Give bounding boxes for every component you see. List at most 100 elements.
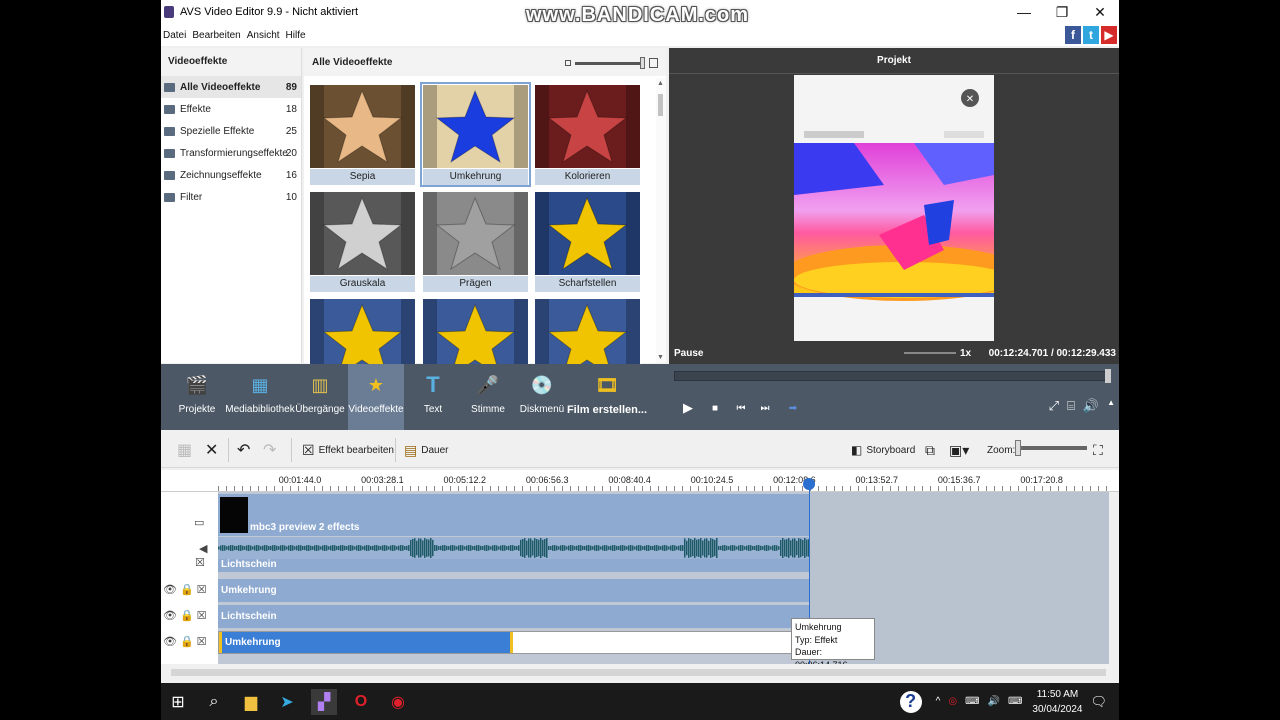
effects-scrollbar[interactable]: ▲ ▼ [656, 78, 666, 363]
eye-icon[interactable]: 👁 [163, 583, 177, 596]
category-item[interactable]: Filter 10 [161, 186, 301, 208]
video-clip-name: mbc3 preview 2 effects [250, 522, 360, 533]
menu-bearbeiten[interactable]: Bearbeiten [192, 30, 240, 41]
previous-frame-icon[interactable]: ⏮ [731, 398, 751, 418]
search-icon[interactable]: ⌕ [201, 689, 227, 715]
scroll-up-icon[interactable]: ▲ [657, 80, 664, 87]
stop-icon[interactable]: ■ [705, 398, 725, 418]
toolbar-button-label: Diskmenü [519, 404, 565, 415]
toolbar-button-mediabibliothek[interactable]: ▦ Mediabibliothek [225, 364, 295, 430]
thumbnail-size-slider[interactable] [565, 56, 658, 69]
menu-hilfe[interactable]: Hilfe [286, 30, 306, 41]
effect-track-clip[interactable]: Lichtschein [218, 605, 809, 628]
zoom-thumb[interactable] [1015, 440, 1021, 456]
next-frame-icon[interactable]: ⏭ [755, 398, 775, 418]
effect-tile[interactable]: Kolorieren [534, 84, 641, 185]
eye-icon[interactable]: 👁 [163, 635, 177, 648]
effect-tile[interactable]: Grauskala [309, 191, 416, 292]
snapshot-icon[interactable]: ⤢ [1049, 398, 1059, 414]
telegram-icon[interactable]: ➤ [274, 689, 300, 715]
opera-tray-icon[interactable]: ◎ [948, 696, 957, 707]
toolbar-button-stimme[interactable]: 🎤 Stimme [460, 364, 516, 430]
seek-bar[interactable] [674, 369, 1111, 383]
zoom-slider[interactable] [1019, 446, 1087, 450]
lock-icon[interactable]: 🔒 [180, 635, 194, 648]
effect-tile[interactable]: Scharfstellen [534, 191, 641, 292]
scroll-thumb[interactable] [171, 669, 1106, 676]
scroll-thumb[interactable] [658, 94, 663, 116]
clock[interactable]: 11:50 AM 30/04/2024 [1032, 687, 1082, 717]
category-item[interactable]: Zeichnungseffekte 16 [161, 164, 301, 186]
toolbar-button-text[interactable]: T Text [405, 364, 461, 430]
file-explorer-icon[interactable]: ▆ [238, 689, 264, 715]
storyboard-button[interactable]: ◧ Storyboard [851, 440, 915, 460]
category-item[interactable]: Transformierungseffekte 20 [161, 142, 301, 164]
effect-tile[interactable]: Prägen [422, 191, 529, 292]
toolbar-button-film-erstellen[interactable]: 🎞 Film erstellen... [567, 364, 647, 430]
delete-icon[interactable]: ✕ [205, 440, 218, 460]
windows-start-icon[interactable]: ⊞ [165, 689, 191, 715]
timeline-horizontal-scrollbar[interactable] [161, 664, 1119, 683]
selected-effect-clip[interactable]: Umkehrung [219, 632, 513, 653]
effect-tile[interactable]: Umkehrung [420, 82, 531, 187]
volume-arrow-icon[interactable]: ▲ [1107, 398, 1115, 414]
audio-tracks-icon[interactable]: ⧉ [925, 440, 935, 460]
slider-thumb[interactable] [640, 56, 645, 69]
edit-effect-button[interactable]: ☒ Effekt bearbeiten [302, 440, 394, 460]
eye-icon[interactable]: 👁 [163, 609, 177, 622]
toolbar-button-projekte[interactable]: 🎬 Projekte [169, 364, 225, 430]
transitions-icon: ▥ [311, 374, 329, 395]
youtube-icon[interactable]: ▶ [1101, 26, 1117, 44]
split-icon[interactable]: ▦ [177, 440, 192, 460]
minimize-button[interactable]: — [1005, 0, 1043, 24]
speed-slider[interactable] [904, 352, 956, 354]
maximize-button[interactable]: ❐ [1043, 0, 1081, 24]
effect-tile[interactable]: Sepia [309, 84, 416, 185]
toolbar-button-übergänge[interactable]: ▥ Übergänge [292, 364, 348, 430]
language-icon[interactable]: ⌨ [965, 696, 979, 707]
notifications-icon[interactable]: 🗨 [1090, 694, 1107, 710]
volume-tray-icon[interactable]: 🔊 [988, 696, 1000, 707]
scroll-down-icon[interactable]: ▼ [657, 354, 664, 361]
category-item[interactable]: Effekte 18 [161, 98, 301, 120]
fullscreen-icon[interactable]: ⌸ [1067, 398, 1075, 414]
volume-icon[interactable]: 🔊 [1083, 398, 1099, 414]
menu-datei[interactable]: Datei [163, 30, 186, 41]
avs-editor-icon[interactable]: ▞ [311, 689, 337, 715]
effect-thumbnail [310, 192, 415, 275]
category-item[interactable]: Spezielle Effekte 25 [161, 120, 301, 142]
audio-waveform[interactable] [218, 537, 809, 559]
toolbar-button-diskmenü[interactable]: 💿 Diskmenü [514, 364, 570, 430]
lock-icon[interactable]: 🔒 [180, 583, 194, 596]
jump-icon[interactable]: ➡ [783, 398, 803, 418]
effect-track-clip[interactable]: Lichtschein [218, 559, 809, 572]
screen-dropdown-icon[interactable]: ▣▾ [949, 440, 969, 460]
window-title: AVS Video Editor 9.9 - Nicht aktiviert [180, 6, 359, 18]
lock-icon[interactable]: 🔒 [180, 609, 194, 622]
effect-icon: ☒ [196, 636, 207, 648]
keyboard-icon[interactable]: ⌨ [1008, 696, 1022, 707]
tracks-vertical-scrollbar[interactable] [1109, 492, 1119, 664]
close-button[interactable]: ✕ [1081, 0, 1119, 24]
playhead-knob[interactable] [803, 478, 815, 490]
seek-thumb[interactable] [1105, 369, 1111, 383]
menu-ansicht[interactable]: Ansicht [247, 30, 280, 41]
facebook-icon[interactable]: f [1065, 26, 1081, 44]
help-icon[interactable]: ? [899, 690, 922, 713]
category-item[interactable]: Alle Videoeffekte 89 [161, 76, 301, 98]
selected-effect-track[interactable]: Umkehrung [218, 631, 809, 654]
tray-arrow-icon[interactable]: ^ [936, 696, 941, 707]
effect-icon: ☒ [195, 557, 205, 569]
effect-track-clip[interactable]: Umkehrung [218, 579, 809, 602]
bandicam-icon[interactable]: ◉ [385, 689, 411, 715]
duration-button[interactable]: ▤ Dauer [404, 440, 448, 460]
redo-icon[interactable]: ↷ [263, 440, 276, 460]
opera-icon[interactable]: O [348, 689, 374, 715]
video-clip[interactable]: mbc3 preview 2 effects [218, 494, 809, 536]
undo-icon[interactable]: ↶ [237, 440, 250, 460]
fit-icon[interactable]: ⛶ [1093, 440, 1103, 460]
twitter-icon[interactable]: t [1083, 26, 1099, 44]
play-icon[interactable]: ▶ [678, 398, 698, 418]
toolbar-button-videoeffekte[interactable]: ★ Videoeffekte [348, 364, 404, 430]
timeline-ruler[interactable]: 00:01:44.0 00:03:28.1 00:05:12.2 00:06:56.3… [161, 470, 1119, 492]
